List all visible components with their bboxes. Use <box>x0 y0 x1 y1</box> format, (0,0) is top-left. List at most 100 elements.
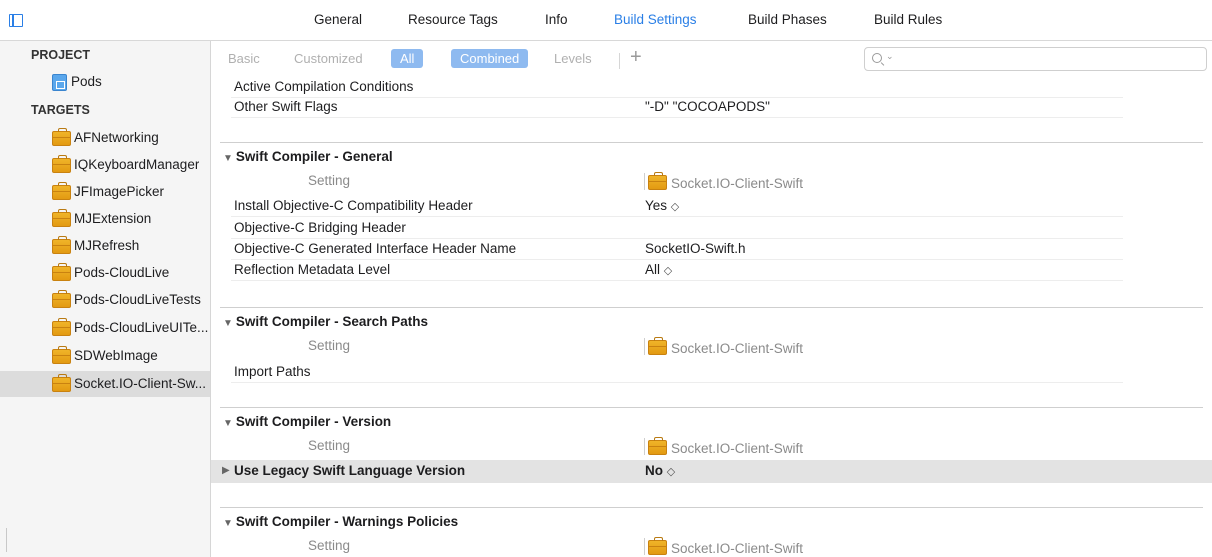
stepper-icon: ◇ <box>666 466 676 478</box>
tab-build-rules[interactable]: Build Rules <box>874 12 942 27</box>
project-file-icon <box>52 74 67 91</box>
target-briefcase-icon <box>52 155 71 173</box>
tab-build-settings[interactable]: Build Settings <box>614 12 697 27</box>
stepper-icon: ◇ <box>663 265 673 277</box>
sidebar-item-label: Pods-CloudLiveTests <box>74 292 201 307</box>
sidebar-item-label: MJExtension <box>74 211 152 226</box>
sidebar-item-label: Pods-CloudLiveUITe... <box>74 320 209 335</box>
section-divider <box>220 142 1203 143</box>
filter-levels-button[interactable]: Levels <box>554 51 592 66</box>
sidebar-item-label: Pods-CloudLive <box>74 265 170 280</box>
setting-name: Use Legacy Swift Language Version <box>234 463 466 478</box>
setting-row[interactable]: Reflection Metadata Level All ◇ <box>211 259 1212 281</box>
setting-row[interactable]: Install Objective-C Compatibility Header… <box>211 195 1212 217</box>
sidebar-target-item[interactable]: MJRefresh <box>0 233 210 259</box>
filter-all-button[interactable]: All <box>391 49 424 68</box>
section-header-swift-compiler-search-paths[interactable]: ▼ Swift Compiler - Search Paths <box>223 314 428 329</box>
section-header-swift-compiler-version[interactable]: ▼ Swift Compiler - Version <box>223 414 391 429</box>
setting-name: Objective-C Generated Interface Header N… <box>234 241 517 256</box>
filter-basic-button[interactable]: Basic <box>228 51 260 66</box>
setting-row[interactable]: Objective-C Bridging Header <box>211 217 1212 239</box>
search-icon <box>872 53 882 63</box>
setting-value-popup[interactable]: No ◇ <box>645 463 675 478</box>
search-input[interactable] <box>897 50 1197 68</box>
setting-row-selected[interactable]: ▶ Use Legacy Swift Language Version No ◇ <box>211 460 1212 483</box>
target-briefcase-icon <box>648 337 667 355</box>
sidebar-target-item[interactable]: AFNetworking <box>0 125 210 151</box>
section-header-swift-compiler-general[interactable]: ▼ Swift Compiler - General <box>223 149 393 164</box>
tab-build-phases[interactable]: Build Phases <box>748 12 827 27</box>
setting-value: "-D" "COCOAPODS" <box>645 99 770 114</box>
disclosure-triangle-icon: ▼ <box>223 318 233 329</box>
search-field[interactable]: ⌄ <box>864 47 1207 71</box>
sidebar-resize-handle[interactable] <box>6 528 7 552</box>
target-briefcase-icon <box>52 209 71 227</box>
target-briefcase-icon <box>52 318 71 336</box>
sidebar-item-label: JFImagePicker <box>74 184 165 199</box>
sidebar-target-item[interactable]: Pods-CloudLiveUITe... <box>0 315 210 341</box>
section-header-swift-compiler-warnings-policies[interactable]: ▼ Swift Compiler - Warnings Policies <box>223 514 458 529</box>
setting-name: Other Swift Flags <box>234 99 338 114</box>
sidebar-item-label: Pods <box>71 74 102 89</box>
target-briefcase-icon <box>648 537 667 555</box>
sidebar-item-label: MJRefresh <box>74 238 140 253</box>
target-briefcase-icon <box>52 263 71 281</box>
sidebar-item-label: SDWebImage <box>74 348 158 363</box>
setting-row[interactable]: Other Swift Flags "-D" "COCOAPODS" <box>211 96 1212 118</box>
sidebar-target-item[interactable]: Pods-CloudLiveTests <box>0 287 210 313</box>
target-briefcase-icon <box>52 290 71 308</box>
sidebar-item-label: AFNetworking <box>74 130 159 145</box>
column-header-target: Socket.IO-Client-Swift <box>644 172 803 191</box>
tab-resource-tags[interactable]: Resource Tags <box>408 12 498 27</box>
sidebar-target-item-selected[interactable]: Socket.IO-Client-Sw... <box>0 371 210 397</box>
section-divider <box>220 407 1203 408</box>
column-header-target: Socket.IO-Client-Swift <box>644 537 803 556</box>
setting-row[interactable]: Active Compilation Conditions <box>211 76 1212 98</box>
setting-name: Install Objective-C Compatibility Header <box>234 198 473 213</box>
target-briefcase-icon <box>52 182 71 200</box>
disclosure-triangle-collapsed-icon[interactable]: ▶ <box>222 465 230 476</box>
target-briefcase-icon <box>648 437 667 455</box>
filter-divider <box>619 53 620 69</box>
add-setting-button[interactable]: + <box>630 46 642 69</box>
column-header-setting: Setting <box>308 538 351 553</box>
tab-general[interactable]: General <box>314 12 362 27</box>
column-header-setting: Setting <box>308 438 351 453</box>
sidebar-target-item[interactable]: JFImagePicker <box>0 179 210 205</box>
column-header-target: Socket.IO-Client-Swift <box>644 437 803 456</box>
setting-name: Import Paths <box>234 364 311 379</box>
build-settings-table: Active Compilation Conditions Other Swif… <box>211 77 1212 557</box>
setting-row[interactable]: Import Paths <box>211 361 1212 383</box>
setting-name: Objective-C Bridging Header <box>234 220 406 235</box>
sidebar-target-item[interactable]: IQKeyboardManager <box>0 152 210 178</box>
disclosure-triangle-icon: ▼ <box>223 518 233 529</box>
setting-value-popup[interactable]: All ◇ <box>645 262 672 277</box>
build-settings-filter-bar: Basic Customized All Combined Levels + ⌄ <box>211 41 1212 77</box>
column-header-setting: Setting <box>308 173 351 188</box>
project-navigator-sidebar: PROJECT Pods TARGETS AFNetworking IQKeyb… <box>0 41 211 557</box>
setting-value-popup[interactable]: Yes ◇ <box>645 198 679 213</box>
sidebar-target-item[interactable]: Pods-CloudLive <box>0 260 210 286</box>
target-briefcase-icon <box>52 128 71 146</box>
setting-row[interactable]: Objective-C Generated Interface Header N… <box>211 238 1212 260</box>
tab-info[interactable]: Info <box>545 12 568 27</box>
column-header-target: Socket.IO-Client-Swift <box>644 337 803 356</box>
sidebar-item-pods-project[interactable]: Pods <box>0 69 210 95</box>
sidebar-item-label: Socket.IO-Client-Sw... <box>74 376 207 391</box>
setting-name: Reflection Metadata Level <box>234 262 391 277</box>
stepper-icon: ◇ <box>670 201 680 213</box>
setting-name: Active Compilation Conditions <box>234 79 414 94</box>
target-briefcase-icon <box>52 346 71 364</box>
project-heading: PROJECT <box>31 48 91 62</box>
chevron-down-icon: ⌄ <box>886 51 894 61</box>
section-divider <box>220 507 1203 508</box>
sidebar-target-item[interactable]: MJExtension <box>0 206 210 232</box>
sidebar-target-item[interactable]: SDWebImage <box>0 343 210 369</box>
disclosure-triangle-icon: ▼ <box>223 153 233 164</box>
target-briefcase-icon <box>52 374 71 392</box>
filter-combined-button[interactable]: Combined <box>451 49 529 68</box>
filter-customized-button[interactable]: Customized <box>294 51 363 66</box>
column-header-setting: Setting <box>308 338 351 353</box>
section-divider <box>220 307 1203 308</box>
setting-value: SocketIO-Swift.h <box>645 241 746 256</box>
